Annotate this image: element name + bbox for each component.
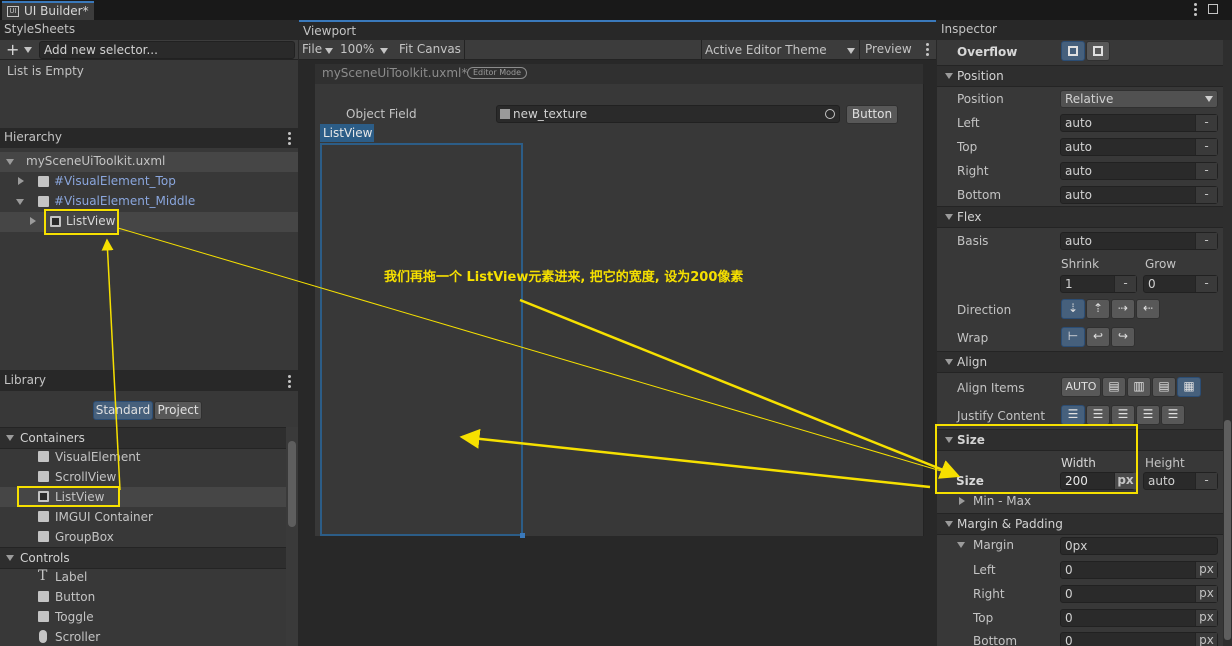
arrow-library-to-hierarchy — [101, 238, 121, 491]
annotation-arrows — [101, 227, 961, 491]
line-hierarchy-to-size — [117, 227, 959, 477]
arrow-to-listview-width — [459, 428, 931, 489]
